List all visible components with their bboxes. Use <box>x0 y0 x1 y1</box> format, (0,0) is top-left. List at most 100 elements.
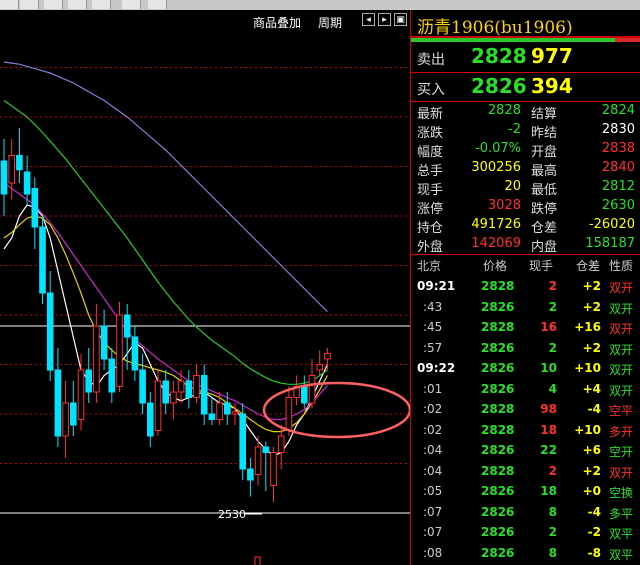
contract-title: 沥青1906(bu1906) <box>417 18 573 38</box>
candle-body <box>8 155 15 184</box>
sell-price: 2828 <box>471 44 527 68</box>
stat-value: 142069 <box>471 236 521 251</box>
stat-label: 总手 <box>417 164 444 179</box>
tick-time: 09:22 <box>417 361 456 375</box>
tick-nature: 双开 <box>609 322 634 336</box>
tick-volume: 2 <box>548 525 557 539</box>
header-volume: 现手 <box>529 259 554 273</box>
stat-value: 491726 <box>471 217 521 232</box>
candle-body <box>70 402 77 426</box>
tick-price: 2828 <box>481 279 515 293</box>
tick-price: 2826 <box>481 504 515 519</box>
candle-body <box>239 413 246 470</box>
candle-body <box>154 380 162 431</box>
tick-time: :45 <box>423 320 443 334</box>
candle-body <box>316 364 323 371</box>
tick-row[interactable]: :01 2826 4 +4 双开 <box>411 379 640 400</box>
top-toolbar <box>0 0 640 10</box>
tick-oi-change: -4 <box>587 402 601 416</box>
stat-label: 现手 <box>417 183 444 198</box>
tick-time: :02 <box>423 422 443 437</box>
candle-body <box>262 446 270 453</box>
tick-price: 2826 <box>481 381 515 396</box>
stat-row: 结算 2824 <box>525 102 635 122</box>
tick-nature: 双平 <box>609 547 634 562</box>
stat-row: 昨结 2830 <box>525 121 635 141</box>
tick-row[interactable]: :02 2828 18 +10 多开 <box>411 420 640 441</box>
candle-body <box>16 155 23 171</box>
tick-row[interactable]: :57 2826 2 +2 双开 <box>411 338 640 359</box>
tick-row[interactable]: :45 2828 16 +16 双开 <box>411 317 640 338</box>
stat-value: -0.07% <box>475 141 521 156</box>
stat-label: 昨结 <box>531 126 558 141</box>
tick-volume: 2 <box>548 340 557 355</box>
stat-row: 内盘 158187 <box>525 235 635 255</box>
stat-value: -2 <box>508 122 521 137</box>
candle-body <box>301 386 308 404</box>
tick-row[interactable]: :02 2828 98 -4 空平 <box>411 399 640 420</box>
tick-row[interactable]: :43 2826 2 +2 双开 <box>411 297 640 318</box>
stat-label: 结算 <box>531 107 558 122</box>
tick-time: :02 <box>423 402 443 416</box>
toolbar-button[interactable] <box>20 0 39 9</box>
tick-row[interactable]: :07 2826 8 -4 多平 <box>411 502 640 523</box>
tick-oi-change: +0 <box>582 484 601 498</box>
tick-volume: 8 <box>548 545 557 560</box>
tick-volume: 10 <box>540 361 557 375</box>
tick-row[interactable]: :04 2826 22 +6 空开 <box>411 440 640 461</box>
tick-volume: 8 <box>548 504 557 519</box>
tick-volume: 18 <box>540 484 557 498</box>
tick-volume: 2 <box>548 299 557 314</box>
stat-label: 开盘 <box>531 145 558 160</box>
stat-label: 跌停 <box>531 202 558 217</box>
candle-body <box>0 160 8 195</box>
tick-row[interactable]: :08 2826 8 -8 双平 <box>411 543 640 564</box>
buy-volume: 394 <box>531 74 573 98</box>
candle-body <box>100 325 108 360</box>
tick-oi-change: +2 <box>582 463 601 478</box>
tick-nature: 双开 <box>609 301 634 316</box>
candle-body <box>31 188 39 228</box>
tick-row[interactable]: :07 2826 2 -2 双平 <box>411 522 640 543</box>
stat-row: 外盘 142069 <box>411 235 521 255</box>
volume-bar <box>254 556 261 565</box>
tick-price: 2826 <box>481 525 515 539</box>
tick-row[interactable]: :05 2826 18 +0 空换 <box>411 481 640 502</box>
buy-label: 买入 <box>417 82 445 98</box>
candle-body <box>308 375 316 404</box>
toolbar-button[interactable] <box>68 0 87 9</box>
tick-nature: 多平 <box>609 506 634 521</box>
stat-value: 158187 <box>585 236 635 251</box>
stat-label: 持仓 <box>417 221 444 236</box>
tick-price: 2828 <box>481 402 515 416</box>
tick-volume: 18 <box>540 422 557 437</box>
divider <box>411 254 640 255</box>
tick-volume: 16 <box>540 320 557 334</box>
stat-row: 总手 300256 <box>411 159 521 179</box>
tick-time: 09:21 <box>417 279 456 293</box>
tick-row[interactable]: :04 2828 2 +2 双开 <box>411 461 640 482</box>
stat-row: 现手 20 <box>411 178 521 198</box>
tick-oi-change: +6 <box>582 443 601 457</box>
stat-value: 2812 <box>601 179 635 194</box>
header-oi-change: 仓差 <box>576 259 601 273</box>
toolbar-button[interactable] <box>0 0 19 9</box>
tick-nature: 双开 <box>609 363 634 377</box>
tick-price: 2826 <box>481 443 515 457</box>
toolbar-button[interactable] <box>92 0 111 9</box>
tick-time: :04 <box>423 463 443 478</box>
tick-row[interactable]: 09:22 2826 10 +10 双开 <box>411 358 640 379</box>
candle-body <box>23 171 31 195</box>
candle-body <box>85 369 93 393</box>
candle-body <box>224 402 231 415</box>
toolbar-button[interactable] <box>148 0 167 9</box>
candle-body <box>247 468 254 481</box>
tick-row[interactable]: 09:21 2828 2 +2 双开 <box>411 276 640 297</box>
toolbar-button[interactable] <box>122 0 141 9</box>
toolbar-button[interactable] <box>44 0 63 9</box>
sell-quote-row: 卖出 2828 977 <box>411 43 640 71</box>
candle-body <box>131 336 139 371</box>
candle-body <box>254 446 262 475</box>
stat-row: 最新 2828 <box>411 102 521 122</box>
candlestick-chart[interactable]: 2530 <box>0 10 410 565</box>
